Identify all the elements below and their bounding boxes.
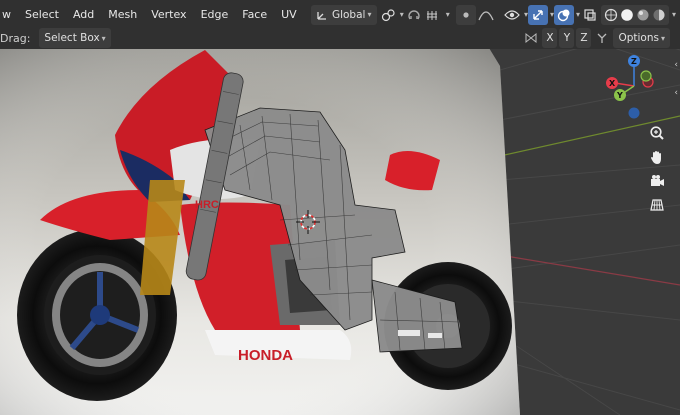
sidebar-toggle-icon[interactable]: ‹ [674, 60, 678, 70]
mirror-y-toggle[interactable]: Y [559, 28, 575, 48]
camera-view-icon[interactable] [646, 170, 668, 192]
chevron-down-icon[interactable]: ▾ [672, 10, 676, 19]
snap-icon[interactable] [404, 5, 424, 25]
gizmo-neg-y[interactable] [640, 70, 652, 82]
pivot-point-icon[interactable] [378, 5, 398, 25]
honda-logo-text: HONDA [238, 347, 293, 364]
overlays-icon[interactable] [553, 4, 574, 25]
mirror-butterfly-icon [521, 28, 541, 48]
gizmo-neg-z[interactable] [628, 107, 640, 119]
xray-toggle-icon[interactable] [580, 5, 600, 25]
reference-image: HONDA HRC [0, 30, 520, 415]
svg-text:Y: Y [616, 91, 623, 100]
proportional-editing-icon[interactable] [455, 4, 476, 25]
menu-uv[interactable]: UV [274, 8, 304, 21]
orientation-axes-icon [317, 11, 326, 20]
menu-face[interactable]: Face [235, 8, 274, 21]
svg-text:X: X [609, 79, 616, 88]
mirror-z-toggle[interactable]: Z [576, 28, 592, 48]
visibility-eye-icon[interactable] [502, 5, 522, 25]
options-label: Options [618, 32, 659, 44]
transform-orientation-dropdown[interactable]: Global ▾ [310, 4, 377, 25]
perspective-grid-icon[interactable] [646, 194, 668, 216]
shading-mode-icons[interactable] [604, 8, 666, 22]
chevron-down-icon: ▾ [660, 33, 665, 43]
auto-merge-icon[interactable] [592, 28, 612, 48]
hrc-logo-text: HRC [195, 199, 219, 211]
select-box-dropdown[interactable]: Select Box ▾ [39, 28, 111, 48]
sidebar-toggle-icon[interactable]: ‹ [674, 88, 678, 98]
shading-modes-group [600, 4, 669, 25]
menu-add[interactable]: Add [66, 8, 101, 21]
options-dropdown[interactable]: Options ▾ [613, 28, 670, 48]
editor-header: w Select Add Mesh Vertex Edge Face UV Gl… [0, 0, 680, 30]
snap-increment-icon[interactable] [424, 5, 444, 25]
menu-vertex[interactable]: Vertex [144, 8, 193, 21]
zoom-icon[interactable] [646, 122, 668, 144]
menu-select[interactable]: Select [18, 8, 66, 21]
menu-mesh[interactable]: Mesh [101, 8, 144, 21]
mirror-x-toggle[interactable]: X [542, 28, 558, 48]
navigation-gizmo[interactable]: Z X Y [600, 52, 664, 122]
falloff-curve-icon[interactable] [476, 5, 496, 25]
menu-edge[interactable]: Edge [194, 8, 236, 21]
pan-hand-icon[interactable] [646, 146, 668, 168]
svg-text:Z: Z [631, 57, 637, 66]
tool-settings-bar: Drag: Select Box ▾ X Y Z Options ▾ [0, 27, 680, 49]
transform-orientation-label: Global [331, 8, 366, 21]
select-mode-label: Select Box [44, 32, 100, 44]
chevron-down-icon[interactable]: ▾ [446, 10, 450, 19]
gizmo-toggle-icon[interactable] [527, 4, 548, 25]
drag-label: Drag: [0, 31, 31, 45]
menu-view[interactable]: w [0, 8, 18, 21]
3d-viewport[interactable]: HONDA HRC Z X Y ‹ ‹ [0, 30, 680, 415]
chevron-down-icon: ▾ [367, 10, 372, 19]
chevron-down-icon: ▾ [101, 33, 106, 43]
